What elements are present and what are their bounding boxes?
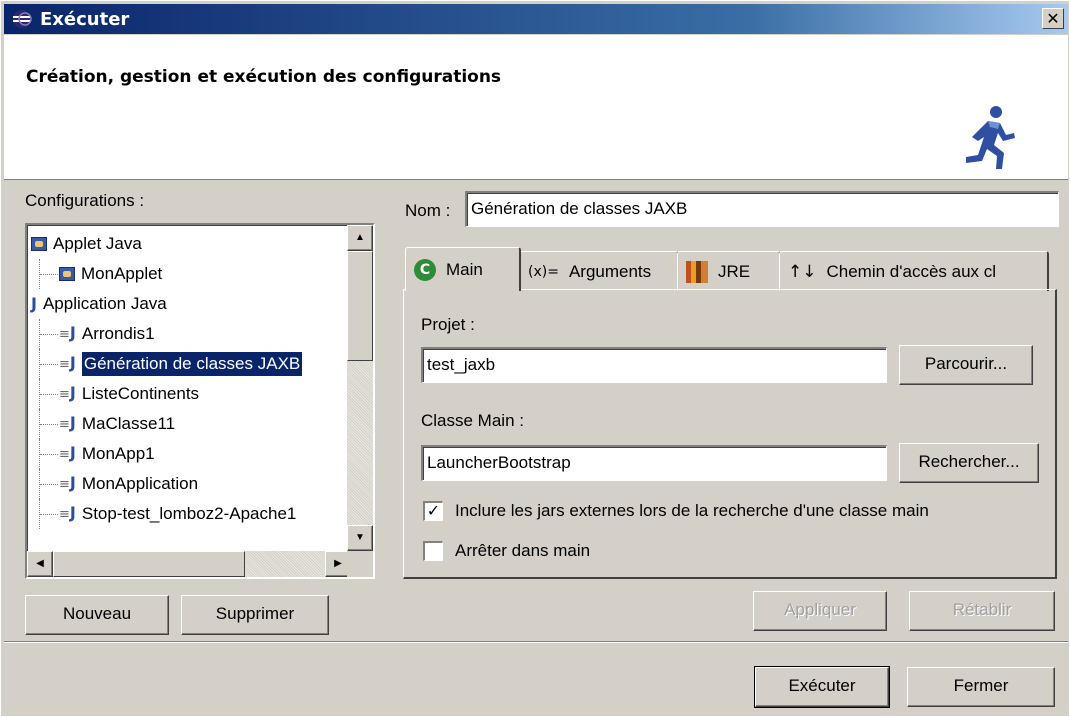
tree-item-label: MonApplication xyxy=(81,474,199,493)
tree-item[interactable]: ≡J MonApp1 xyxy=(27,439,351,469)
browse-button-label: Parcourir... xyxy=(924,354,1008,373)
running-man-icon xyxy=(966,106,1015,169)
header-banner: Création, gestion et exécution des confi… xyxy=(4,35,1068,180)
tree-item-label: Stop-test_lomboz2-Apache1 xyxy=(81,504,297,523)
tree-vertical-scrollbar[interactable]: ▲ ▼ xyxy=(347,225,373,551)
new-button-label: Nouveau xyxy=(62,604,132,623)
tree-guide-line xyxy=(39,349,59,379)
name-input[interactable]: Génération de classes JAXB xyxy=(465,191,1059,227)
banner-heading: Création, gestion et exécution des confi… xyxy=(26,67,502,87)
search-button-label: Rechercher... xyxy=(918,452,1020,471)
tree-guide-line xyxy=(39,319,59,349)
run-button-label: Exécuter xyxy=(788,676,856,695)
new-button[interactable]: Nouveau xyxy=(25,595,169,635)
tab-jre[interactable]: JRE xyxy=(677,251,781,291)
vertical-scroll-thumb[interactable] xyxy=(347,251,373,361)
scroll-left-icon[interactable]: ◀ xyxy=(27,551,53,577)
java-icon: ≡J xyxy=(59,503,76,522)
main-class-label: Classe Main : xyxy=(421,411,524,430)
jre-library-icon xyxy=(686,260,708,283)
main-class-icon: C xyxy=(414,258,436,281)
tree-item[interactable]: J Application Java xyxy=(27,289,351,319)
tree-item-label: Application Java xyxy=(42,294,167,313)
java-icon: ≡J xyxy=(59,473,76,492)
window-title: Exécuter xyxy=(40,8,130,30)
delete-button[interactable]: Supprimer xyxy=(181,595,329,635)
eclipse-app-icon xyxy=(13,10,32,28)
title-bar[interactable]: Exécuter ✕ xyxy=(4,4,1068,34)
configurations-label: Configurations : xyxy=(25,191,145,210)
tab-classpath-label: Chemin d'accès aux cl xyxy=(826,261,997,281)
java-icon: ≡J xyxy=(59,323,76,342)
tree-items: Applet Java MonApplet J Application Java ≡J A… xyxy=(27,229,351,529)
tab-classpath[interactable]: ↑↓ Chemin d'accès aux cl xyxy=(779,251,1049,291)
include-jars-label: Inclure les jars externes lors de la rec… xyxy=(455,501,929,520)
include-jars-checkbox[interactable]: ✓ xyxy=(423,501,443,521)
tab-main[interactable]: C Main xyxy=(405,247,521,291)
tree-guide-line xyxy=(39,439,59,469)
arguments-icon: (x)= xyxy=(528,263,559,280)
tree-item-label: Génération de classes JAXB xyxy=(81,352,303,376)
tree-item-label: MonApplet xyxy=(81,264,163,283)
configurations-tree[interactable]: Applet Java MonApplet J Application Java ≡J A… xyxy=(25,223,375,579)
tab-arguments-label: Arguments xyxy=(568,261,652,281)
tree-item[interactable]: ≡J MonApplication xyxy=(27,469,351,499)
close-icon[interactable]: ✕ xyxy=(1042,8,1064,29)
revert-button-label: Rétablir xyxy=(952,600,1012,619)
java-icon: J xyxy=(31,294,37,313)
main-tab-panel xyxy=(403,289,1057,579)
tree-guide-line xyxy=(39,379,59,409)
java-icon: ≡J xyxy=(59,383,76,402)
tree-guide-line xyxy=(39,409,59,439)
java-icon: ≡J xyxy=(59,353,76,372)
apply-button[interactable]: Appliquer xyxy=(753,591,887,631)
close-button-label: Fermer xyxy=(953,676,1009,695)
tree-horizontal-scrollbar[interactable]: ◀ ▶ xyxy=(27,551,351,577)
tab-arguments[interactable]: (x)= Arguments xyxy=(519,251,679,291)
tree-item-label: Arrondis1 xyxy=(81,324,155,343)
tree-item-label: MonApp1 xyxy=(81,444,155,463)
tree-item[interactable]: ≡J ListeContinents xyxy=(27,379,351,409)
java-icon: ≡J xyxy=(59,443,76,462)
tree-item-label: ListeContinents xyxy=(81,384,200,403)
tree-item[interactable]: ≡J MaClasse11 xyxy=(27,409,351,439)
tab-main-label: Main xyxy=(446,259,483,279)
scroll-down-icon[interactable]: ▼ xyxy=(347,525,373,551)
project-input[interactable]: test_jaxb xyxy=(421,347,887,383)
tree-guide-line xyxy=(39,499,59,529)
scroll-up-icon[interactable]: ▲ xyxy=(347,225,373,251)
classpath-icon: ↑↓ xyxy=(788,261,817,282)
main-class-input[interactable]: LauncherBootstrap xyxy=(421,445,887,481)
java-icon: ≡J xyxy=(59,413,76,432)
horizontal-scroll-thumb[interactable] xyxy=(53,551,245,577)
browse-button[interactable]: Parcourir... xyxy=(899,345,1033,385)
run-configurations-dialog: Exécuter ✕ Création, gestion et exécutio… xyxy=(0,0,1070,717)
apply-button-label: Appliquer xyxy=(784,600,856,619)
tree-item-label: Applet Java xyxy=(53,234,142,253)
tree-item[interactable]: Applet Java xyxy=(27,229,351,259)
tree-item[interactable]: MonApplet xyxy=(27,259,351,289)
delete-button-label: Supprimer xyxy=(215,604,295,623)
applet-icon xyxy=(59,267,75,281)
tree-guide-line xyxy=(39,469,59,499)
scroll-corner xyxy=(347,551,373,577)
run-button[interactable]: Exécuter xyxy=(754,666,890,708)
tree-item-label: MaClasse11 xyxy=(81,414,176,433)
footer-separator xyxy=(4,641,1068,643)
applet-icon xyxy=(31,237,47,251)
tab-jre-label: JRE xyxy=(718,261,751,281)
revert-button[interactable]: Rétablir xyxy=(909,591,1055,631)
stop-in-main-checkbox[interactable] xyxy=(423,541,443,561)
project-label: Projet : xyxy=(421,315,475,334)
name-label: Nom : xyxy=(405,201,451,220)
tree-item[interactable]: ≡J Arrondis1 xyxy=(27,319,351,349)
search-button[interactable]: Rechercher... xyxy=(899,443,1039,483)
tree-guide-line xyxy=(39,259,59,289)
tree-item[interactable]: ≡J Génération de classes JAXB xyxy=(27,349,351,379)
close-button[interactable]: Fermer xyxy=(907,667,1055,707)
stop-in-main-label: Arrêter dans main xyxy=(455,541,591,560)
tree-item[interactable]: ≡J Stop-test_lomboz2-Apache1 xyxy=(27,499,351,529)
